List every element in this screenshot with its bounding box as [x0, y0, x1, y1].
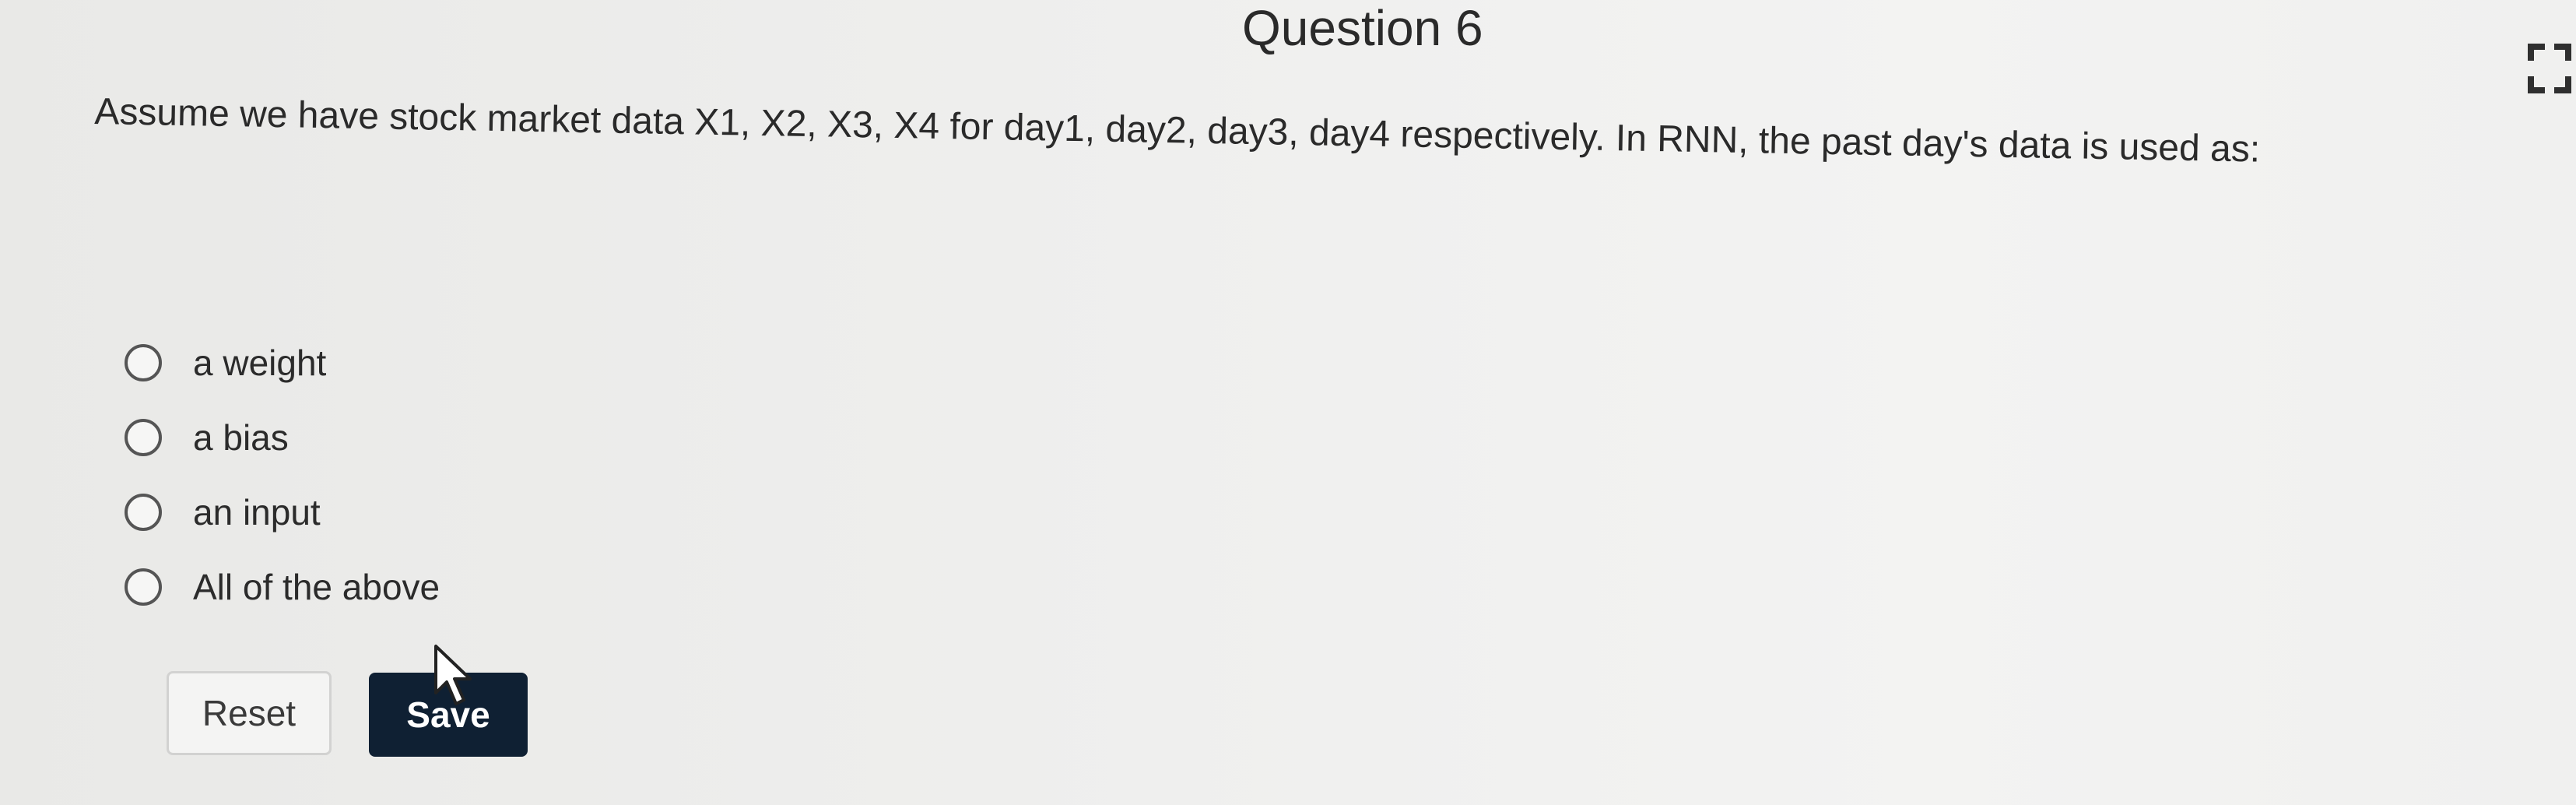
- option-a-bias[interactable]: a bias: [125, 400, 440, 475]
- quiz-page: Question 6 Assume we have stock market d…: [0, 0, 2576, 805]
- reset-button[interactable]: Reset: [167, 671, 332, 755]
- radio-button[interactable]: [125, 494, 162, 531]
- option-label: a bias: [193, 417, 289, 458]
- radio-button[interactable]: [125, 419, 162, 456]
- mouse-pointer-icon: [434, 645, 472, 705]
- option-label: All of the above: [193, 567, 440, 607]
- fullscreen-icon[interactable]: [2528, 44, 2571, 93]
- answer-options: a weight a bias an input All of the abov…: [125, 325, 440, 624]
- question-title: Question 6: [1242, 0, 1483, 56]
- radio-button[interactable]: [125, 344, 162, 381]
- option-label: an input: [193, 492, 321, 533]
- radio-button[interactable]: [125, 568, 162, 606]
- option-label: a weight: [193, 343, 327, 383]
- question-text: Assume we have stock market data X1, X2,…: [93, 90, 2261, 170]
- option-an-input[interactable]: an input: [125, 475, 440, 550]
- option-all-of-the-above[interactable]: All of the above: [125, 550, 440, 624]
- option-a-weight[interactable]: a weight: [125, 325, 440, 400]
